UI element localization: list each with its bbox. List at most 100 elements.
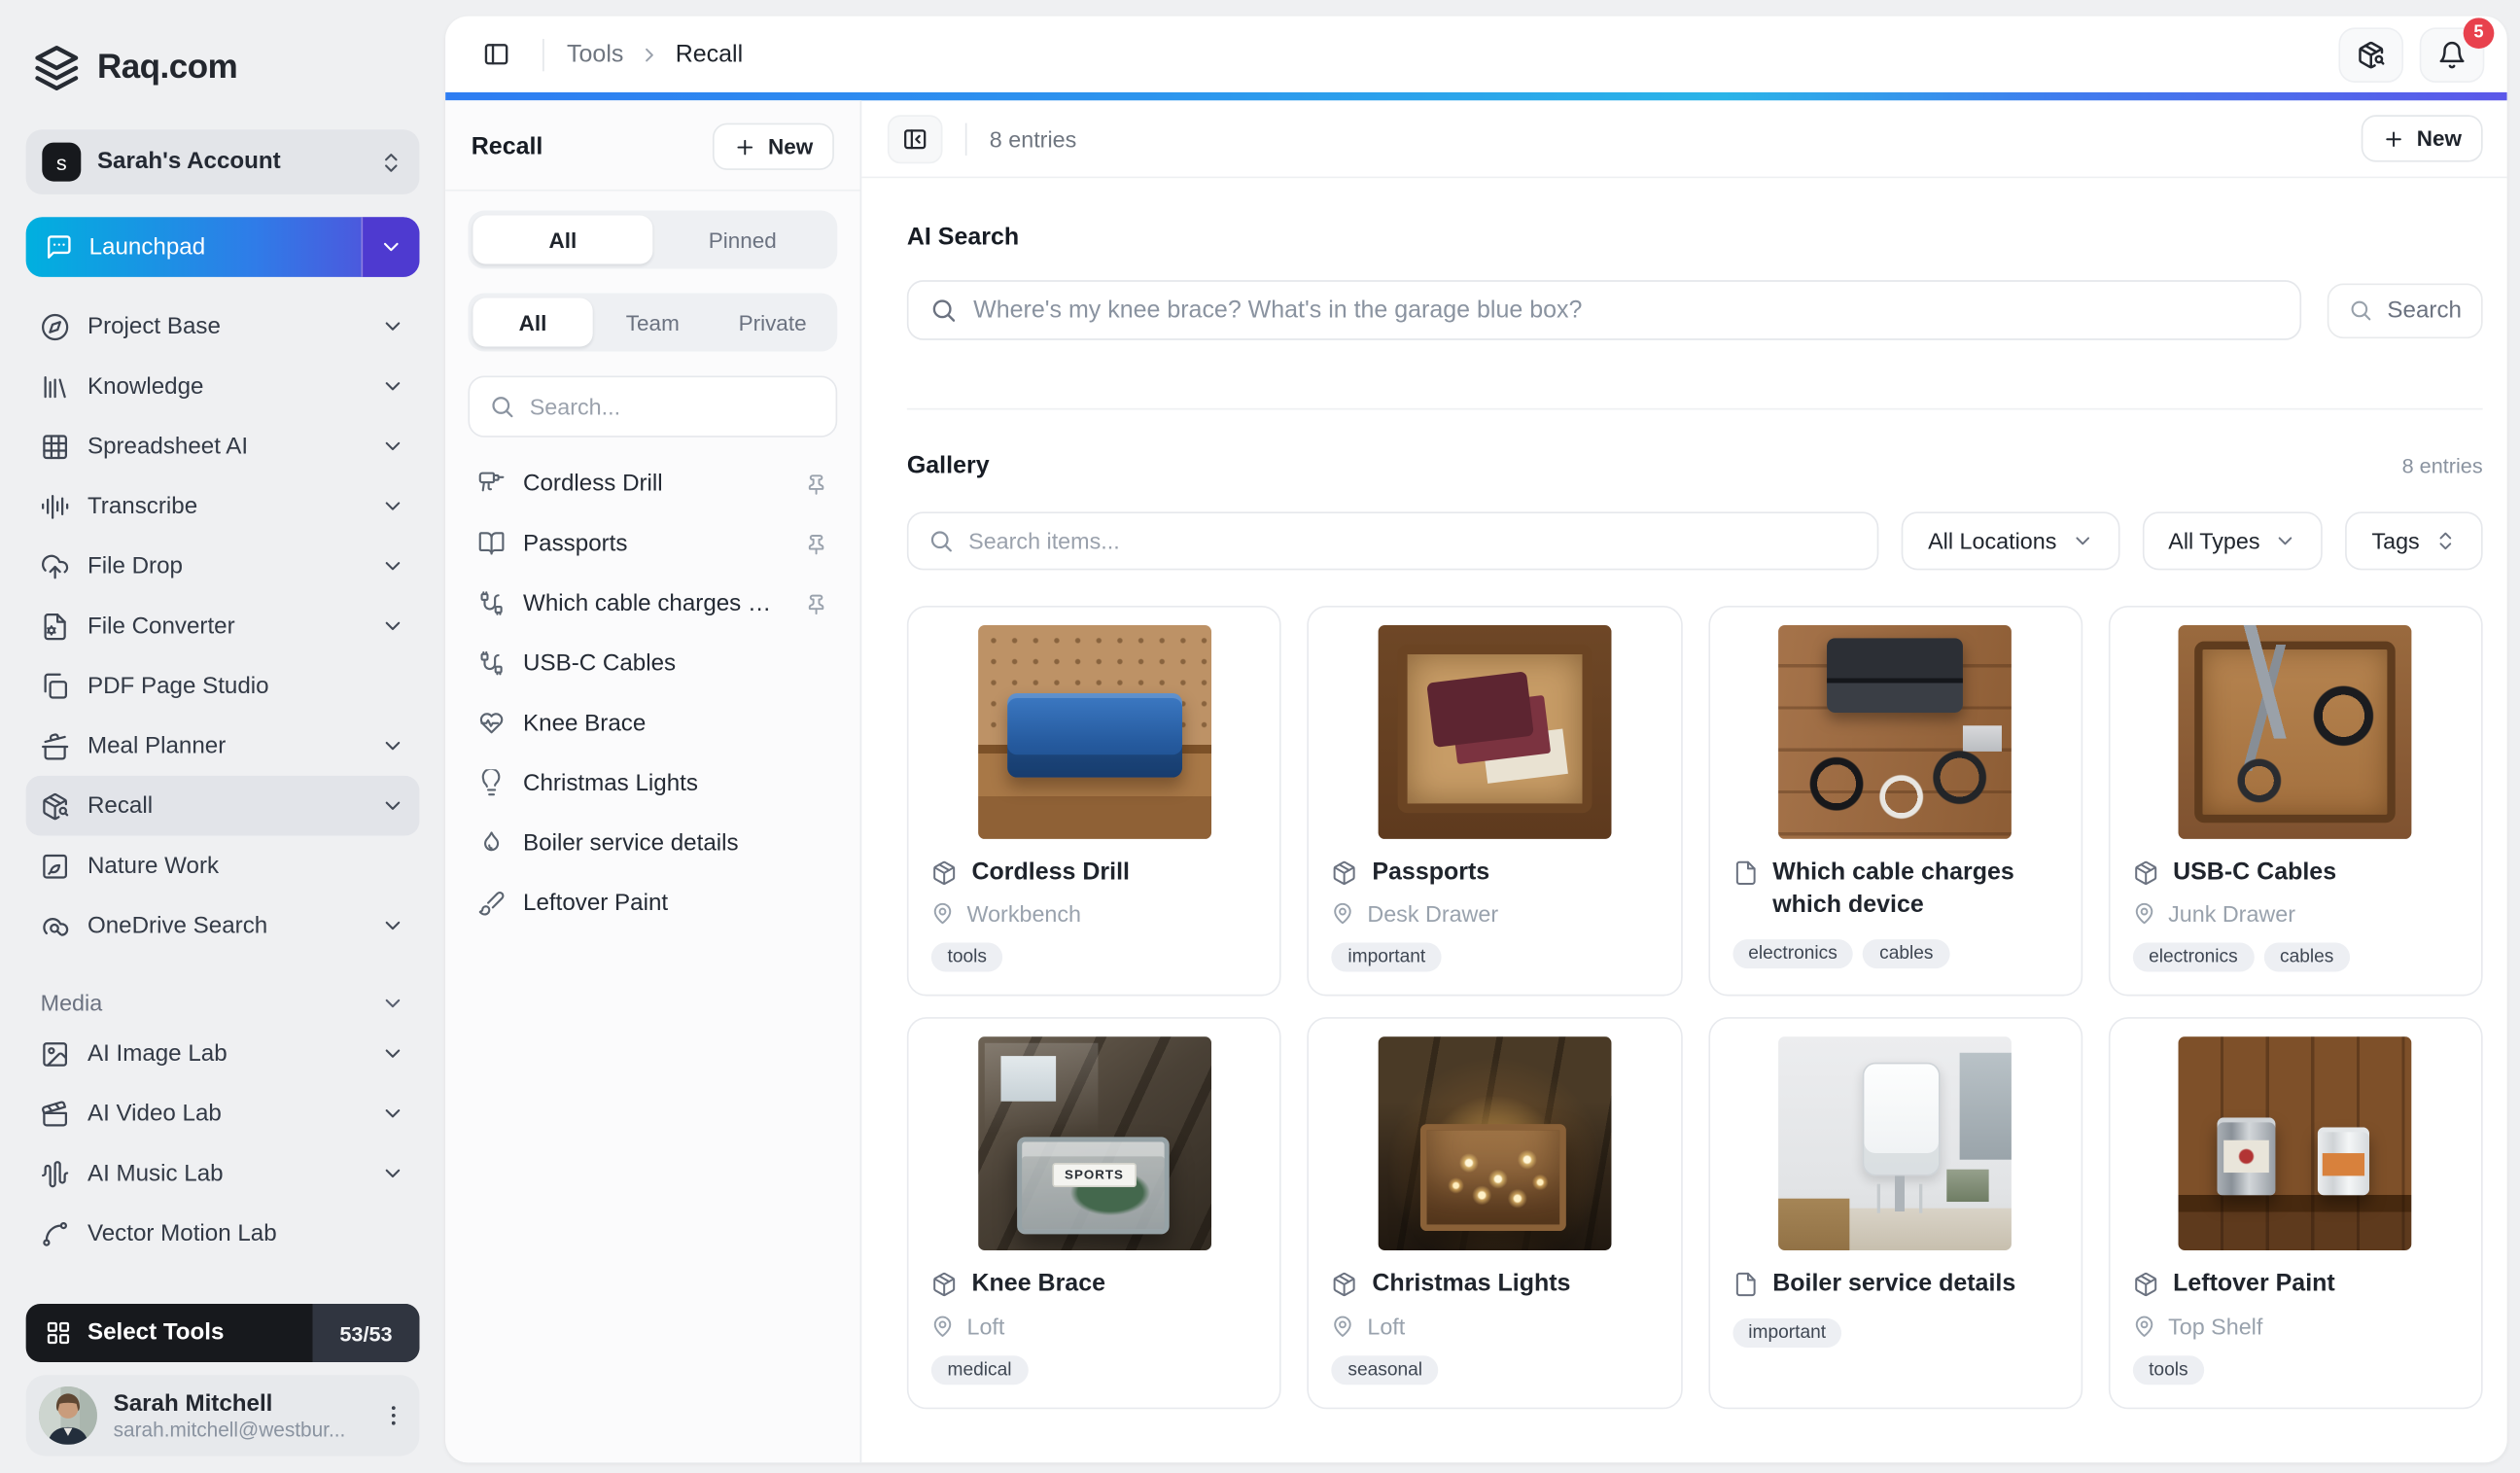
collapse-panel-button[interactable] bbox=[888, 114, 943, 162]
tab-all[interactable]: All bbox=[472, 216, 652, 264]
library-icon bbox=[41, 371, 70, 401]
recall-item-which-cable-charges-whi[interactable]: Which cable charges whi... bbox=[468, 574, 837, 634]
pin-icon bbox=[805, 532, 827, 554]
sidebar-item-ai-music-lab[interactable]: AI Music Lab bbox=[26, 1143, 420, 1204]
search-icon bbox=[2348, 298, 2372, 323]
recall-item-passports[interactable]: Passports bbox=[468, 513, 837, 574]
accent-gradient-bar bbox=[445, 92, 2507, 100]
main-panel: Tools Recall 5 Recall New bbox=[445, 17, 2507, 1463]
search-icon bbox=[928, 528, 955, 554]
sidebar-item-transcribe[interactable]: Transcribe bbox=[26, 476, 420, 537]
file-icon bbox=[1732, 1272, 1759, 1298]
compass-icon bbox=[41, 312, 70, 341]
chevron-down-icon bbox=[380, 734, 404, 758]
tab-team[interactable]: Team bbox=[593, 298, 713, 347]
tab-all[interactable]: All bbox=[472, 298, 592, 347]
card-photo-passports bbox=[1378, 625, 1611, 839]
gallery-panel: 8 entries New AI Search bbox=[861, 100, 2506, 1463]
chevron-down-icon bbox=[380, 914, 404, 938]
gallery-title: Gallery bbox=[907, 452, 990, 479]
card-location: Loft bbox=[1332, 1313, 1658, 1339]
app-root: Raq.com s Sarah's Account Launchpad Proj… bbox=[0, 0, 2520, 1473]
card-photo-lights bbox=[1378, 1037, 1611, 1251]
gallery-card-knee-brace[interactable]: SPORTS Knee Brace Loft medical bbox=[907, 1018, 1281, 1409]
launchpad-button[interactable]: Launchpad bbox=[26, 217, 420, 277]
sidebar-item-file-drop[interactable]: File Drop bbox=[26, 536, 420, 596]
user-card[interactable]: Sarah Mitchell sarah.mitchell@westbur... bbox=[26, 1376, 420, 1456]
sidebar-item-file-converter[interactable]: File Converter bbox=[26, 596, 420, 656]
gallery-card-which-cable-charges-which-device[interactable]: Which cable charges which device electro… bbox=[1708, 606, 2082, 997]
tag-chip: cables bbox=[1863, 938, 1949, 967]
filter-all-types[interactable]: All Types bbox=[2143, 511, 2324, 570]
paintbrush-icon bbox=[477, 890, 505, 917]
tag-chip: important bbox=[1732, 1317, 1842, 1347]
user-name: Sarah Mitchell bbox=[114, 1391, 365, 1418]
sidebar-item-spreadsheet-ai[interactable]: Spreadsheet AI bbox=[26, 416, 420, 476]
drill-icon bbox=[477, 470, 505, 497]
map-pin-icon bbox=[931, 902, 954, 925]
sidebar-item-ai-image-lab[interactable]: AI Image Lab bbox=[26, 1024, 420, 1084]
file-cog-icon bbox=[41, 612, 70, 641]
recall-search[interactable] bbox=[468, 375, 837, 437]
breadcrumb-tools[interactable]: Tools bbox=[567, 41, 623, 68]
media-section-header[interactable]: Media bbox=[26, 981, 420, 1023]
chevrons-up-down-icon bbox=[379, 150, 403, 174]
recall-new-button[interactable]: New bbox=[713, 123, 834, 170]
ai-search-input[interactable] bbox=[973, 297, 2279, 324]
plus-icon bbox=[2383, 127, 2405, 150]
filter-tags[interactable]: Tags bbox=[2346, 511, 2483, 570]
gallery-search[interactable] bbox=[907, 511, 1879, 570]
tag-chip: electronics bbox=[1732, 938, 1854, 967]
sidebar-toggle-button[interactable] bbox=[472, 30, 520, 79]
chevron-down-icon bbox=[380, 494, 404, 518]
ai-search-box[interactable] bbox=[907, 280, 2301, 340]
notifications-button[interactable]: 5 bbox=[2420, 26, 2485, 82]
recall-item-christmas-lights[interactable]: Christmas Lights bbox=[468, 754, 837, 814]
recall-item-leftover-paint[interactable]: Leftover Paint bbox=[468, 873, 837, 933]
gallery-new-button[interactable]: New bbox=[2362, 115, 2483, 161]
gallery-card-leftover-paint[interactable]: Leftover Paint Top Shelf tools bbox=[2108, 1018, 2482, 1409]
ai-search-button[interactable]: Search bbox=[2328, 283, 2483, 338]
gallery-card-boiler-service-details[interactable]: Boiler service details important bbox=[1708, 1018, 2082, 1409]
gallery-card-cordless-drill[interactable]: Cordless Drill Workbench tools bbox=[907, 606, 1281, 997]
sidebar-item-pdf-page-studio[interactable]: PDF Page Studio bbox=[26, 656, 420, 717]
audio-waveform-icon bbox=[41, 1159, 70, 1188]
tab-private[interactable]: Private bbox=[713, 298, 832, 347]
sidebar-item-ai-video-lab[interactable]: AI Video Lab bbox=[26, 1083, 420, 1143]
gallery-card-usb-c-cables[interactable]: USB-C Cables Junk Drawer electronicscabl… bbox=[2108, 606, 2482, 997]
sidebar-item-nature-work[interactable]: Nature Work bbox=[26, 836, 420, 896]
gallery-search-input[interactable] bbox=[968, 528, 1858, 554]
package-search-button[interactable] bbox=[2338, 26, 2403, 82]
cloud-upload-icon bbox=[41, 551, 70, 580]
sidebar-item-knowledge[interactable]: Knowledge bbox=[26, 356, 420, 416]
sidebar-item-project-base[interactable]: Project Base bbox=[26, 297, 420, 357]
card-title: Boiler service details bbox=[1772, 1269, 2015, 1302]
kebab-menu-icon[interactable] bbox=[380, 1403, 406, 1429]
account-switcher[interactable]: s Sarah's Account bbox=[26, 129, 420, 194]
breadcrumb-current: Recall bbox=[676, 41, 743, 68]
sidebar-item-meal-planner[interactable]: Meal Planner bbox=[26, 716, 420, 776]
gallery-card-passports[interactable]: Passports Desk Drawer important bbox=[1308, 606, 1682, 997]
recall-item-knee-brace[interactable]: Knee Brace bbox=[468, 693, 837, 754]
card-location: Workbench bbox=[931, 901, 1257, 928]
cable-icon bbox=[477, 589, 505, 616]
sidebar-item-vector-motion-lab[interactable]: Vector Motion Lab bbox=[26, 1204, 420, 1264]
card-title: Knee Brace bbox=[971, 1269, 1105, 1302]
flame-icon bbox=[477, 829, 505, 857]
filter-all-locations[interactable]: All Locations bbox=[1902, 511, 2119, 570]
notification-badge: 5 bbox=[2464, 17, 2495, 48]
book-open-icon bbox=[477, 530, 505, 557]
select-tools-button[interactable]: Select Tools 53/53 bbox=[26, 1305, 420, 1363]
launchpad-expand-button[interactable] bbox=[361, 217, 419, 277]
tab-pinned[interactable]: Pinned bbox=[652, 216, 832, 264]
gallery-card-christmas-lights[interactable]: Christmas Lights Loft seasonal bbox=[1308, 1018, 1682, 1409]
recall-item-cordless-drill[interactable]: Cordless Drill bbox=[468, 453, 837, 513]
chevron-down-icon bbox=[380, 1102, 404, 1126]
sidebar-item-onedrive-search[interactable]: OneDrive Search bbox=[26, 895, 420, 956]
recall-item-usb-c-cables[interactable]: USB-C Cables bbox=[468, 633, 837, 693]
recall-search-input[interactable] bbox=[530, 394, 817, 420]
sidebar-item-recall[interactable]: Recall bbox=[26, 776, 420, 836]
recall-list-panel: Recall New AllPinned AllTeamPrivate bbox=[445, 100, 861, 1463]
recall-item-boiler-service-details[interactable]: Boiler service details bbox=[468, 813, 837, 873]
package-icon bbox=[2132, 860, 2158, 887]
